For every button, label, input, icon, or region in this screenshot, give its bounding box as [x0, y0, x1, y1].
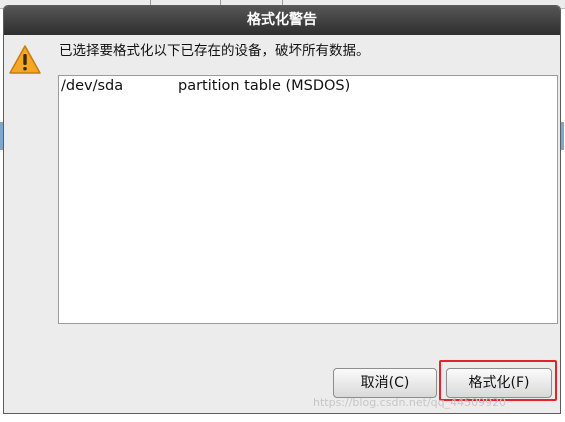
dialog-title: 格式化警告: [4, 6, 560, 35]
device-description: partition table (MSDOS): [178, 78, 351, 94]
warning-message: 已选择要格式化以下已存在的设备，破坏所有数据。: [59, 43, 370, 59]
watermark: https://blog.csdn.net/qq_44509920: [313, 396, 507, 409]
format-button[interactable]: 格式化(F): [446, 368, 552, 398]
device-name: /dev/sda: [61, 78, 124, 94]
device-list[interactable]: /dev/sda partition table (MSDOS): [58, 75, 558, 324]
warning-icon: [9, 45, 41, 74]
cancel-button[interactable]: 取消(C): [333, 368, 437, 398]
background-window-edge: [561, 122, 564, 150]
format-warning-dialog: 格式化警告 已选择要格式化以下已存在的设备，破坏所有数据。 /dev/sda p…: [3, 5, 561, 414]
